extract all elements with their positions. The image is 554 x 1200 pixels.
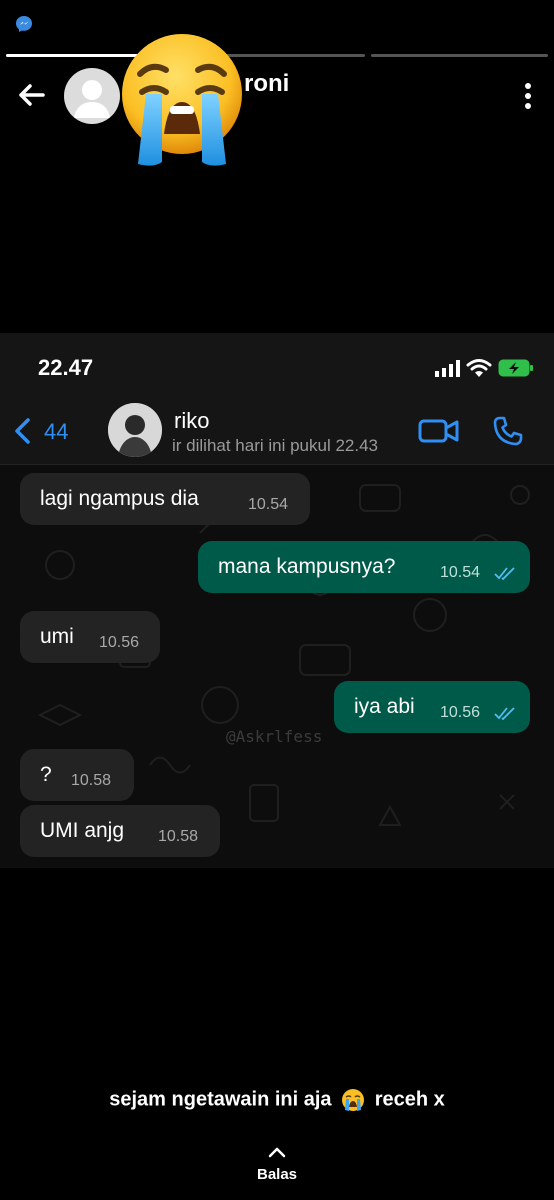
story-username[interactable]: roni bbox=[244, 70, 289, 98]
message-time: 10.54 bbox=[440, 564, 481, 581]
chevron-left-icon[interactable] bbox=[12, 417, 32, 445]
last-seen-status: ir dilihat hari ini pukul 22.43 bbox=[172, 436, 379, 455]
message-bubble-outgoing[interactable]: mana kampusnya? 10.54 bbox=[198, 541, 530, 593]
contact-photo-icon bbox=[108, 403, 162, 457]
progress-segment bbox=[371, 54, 549, 57]
signal-icon bbox=[435, 360, 460, 377]
message-time: 10.58 bbox=[158, 828, 199, 845]
message-text: lagi ngampus dia bbox=[40, 487, 199, 510]
status-bar: 22.47 bbox=[0, 333, 554, 399]
phone-icon[interactable] bbox=[492, 415, 524, 447]
story-header: roni bbox=[0, 64, 554, 128]
loudly-crying-face-icon bbox=[122, 34, 242, 166]
double-check-icon bbox=[494, 707, 515, 720]
default-avatar-icon bbox=[74, 80, 110, 118]
message-time: 10.56 bbox=[99, 634, 140, 651]
story-caption: sejam ngetawain ini aja receh x bbox=[0, 1088, 554, 1112]
more-vertical-icon[interactable] bbox=[524, 82, 532, 110]
story-progress bbox=[6, 54, 549, 57]
contact-name[interactable]: riko bbox=[174, 408, 209, 434]
chat-area: @Askrlfess lagi ngampus dia 10.54 mana k… bbox=[0, 465, 554, 868]
message-text: UMI anjg bbox=[40, 819, 125, 842]
watermark: @Askrlfess bbox=[226, 727, 323, 746]
status-time: 22.47 bbox=[38, 355, 94, 380]
message-bubble-outgoing[interactable]: iya abi 10.56 bbox=[334, 681, 530, 733]
message-bubble-incoming[interactable]: ? 10.58 bbox=[20, 749, 134, 801]
avatar[interactable] bbox=[64, 68, 120, 124]
message-time: 10.56 bbox=[440, 704, 481, 721]
chat-header: 44 riko ir dilihat hari ini pukul 22.43 bbox=[0, 399, 554, 465]
message-text: iya abi bbox=[354, 695, 415, 718]
double-check-icon bbox=[494, 567, 515, 580]
video-call-icon[interactable] bbox=[418, 417, 460, 445]
caption-text: receh x bbox=[374, 1088, 445, 1111]
chat-screenshot: 22.47 44 riko ir dilihat hari ini pukul … bbox=[0, 333, 554, 868]
back-arrow-icon[interactable] bbox=[14, 78, 48, 112]
message-bubble-incoming[interactable]: umi 10.56 bbox=[20, 611, 160, 663]
contact-avatar[interactable] bbox=[108, 403, 162, 457]
message-bubble-incoming[interactable]: lagi ngampus dia 10.54 bbox=[20, 473, 310, 525]
caption-text: sejam ngetawain ini aja bbox=[109, 1088, 332, 1111]
wifi-icon bbox=[466, 359, 492, 377]
loudly-crying-face-icon bbox=[342, 1089, 365, 1111]
unread-count[interactable]: 44 bbox=[44, 419, 68, 445]
message-text: ? bbox=[40, 763, 52, 786]
message-bubble-incoming[interactable]: UMI anjg 10.58 bbox=[20, 805, 220, 857]
reply-button[interactable]: Balas bbox=[0, 1166, 554, 1183]
message-time: 10.58 bbox=[71, 772, 112, 789]
chevron-up-icon[interactable] bbox=[268, 1146, 286, 1158]
messenger-icon bbox=[16, 16, 32, 32]
battery-charging-icon bbox=[498, 359, 533, 377]
message-text: umi bbox=[40, 625, 74, 648]
message-time: 10.54 bbox=[248, 496, 289, 513]
message-text: mana kampusnya? bbox=[218, 555, 396, 578]
